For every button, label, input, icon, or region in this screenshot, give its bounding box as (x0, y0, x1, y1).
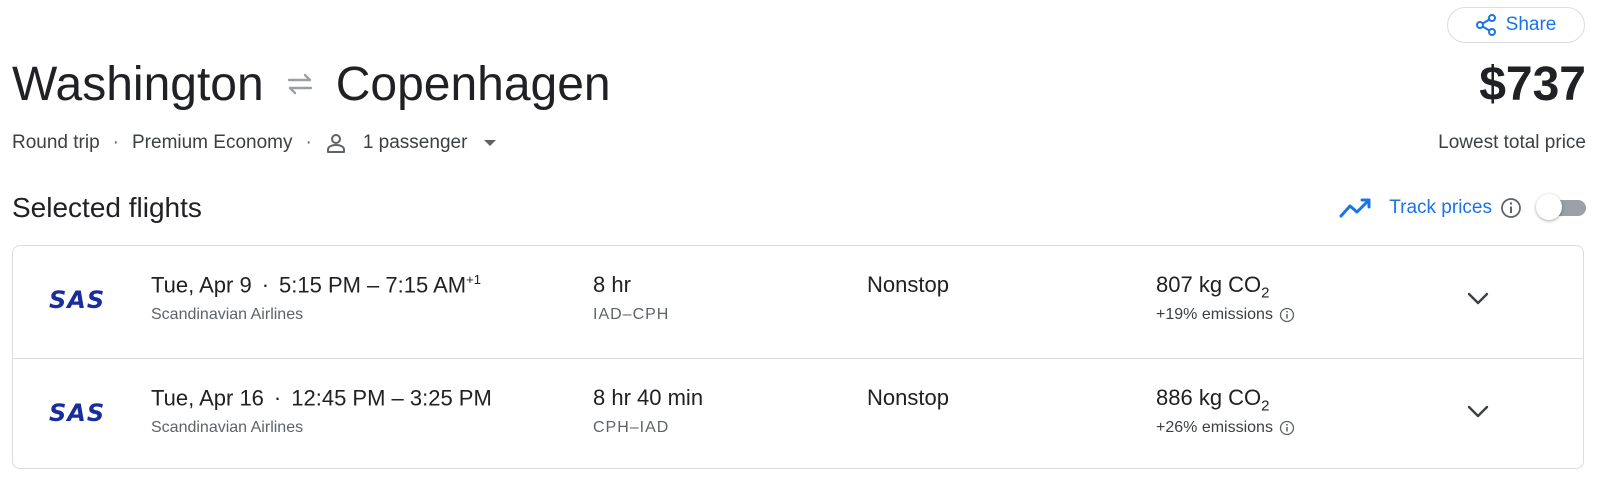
flight-route: CPH–IAD (593, 419, 670, 436)
info-icon[interactable] (1279, 420, 1295, 436)
lowest-price: $737 (1479, 57, 1586, 111)
flight-times: Tue, Apr 16 · 12:45 PM – 3:25 PM (151, 385, 492, 411)
separator: · (112, 132, 119, 153)
track-prices-toggle[interactable] (1536, 194, 1586, 220)
separator: · (273, 385, 282, 411)
day-offset: +1 (466, 272, 481, 287)
route-title: Washington Copenhagen (12, 52, 611, 116)
sas-logo: SAS (49, 286, 106, 314)
co2-value: 807 kg CO (1156, 272, 1262, 297)
track-prices: Track prices (1339, 190, 1586, 226)
share-button[interactable]: Share (1447, 7, 1585, 43)
track-prices-label[interactable]: Track prices (1389, 197, 1492, 219)
chevron-down-icon[interactable] (1465, 399, 1491, 425)
caret-down-icon (483, 139, 497, 147)
co2-emissions: 807 kg CO2 (1156, 272, 1270, 301)
co2-subscript: 2 (1261, 397, 1270, 415)
flight-duration: 8 hr 40 min (593, 385, 704, 410)
emissions-comparison: +19% emissions (1156, 306, 1295, 324)
trending-up-icon (1339, 197, 1373, 219)
share-label: Share (1505, 14, 1557, 35)
co2-subscript: 2 (1261, 284, 1270, 302)
info-icon[interactable] (1500, 197, 1522, 219)
chevron-down-icon[interactable] (1465, 286, 1491, 312)
trip-summary: Round trip · Premium Economy · 1 passeng… (12, 128, 497, 158)
passenger-selector[interactable]: 1 passenger (325, 132, 498, 154)
trip-type: Round trip (12, 132, 100, 153)
separator: · (261, 272, 270, 298)
separator: · (305, 132, 312, 153)
flight-route: IAD–CPH (593, 306, 670, 323)
toggle-knob (1536, 194, 1562, 220)
flight-stops: Nonstop (867, 272, 949, 297)
flight-date: Tue, Apr 9 (151, 272, 252, 298)
flight-row-return[interactable]: SAS Tue, Apr 16 · 12:45 PM – 3:25 PM Scand… (13, 358, 1583, 468)
passenger-count: 1 passenger (362, 132, 468, 153)
share-icon (1475, 14, 1496, 36)
person-icon (325, 132, 347, 154)
airline-name: Scandinavian Airlines (151, 419, 304, 436)
price-caption: Lowest total price (1438, 132, 1586, 153)
sas-logo: SAS (49, 399, 106, 427)
cabin-class: Premium Economy (132, 132, 293, 153)
flight-date: Tue, Apr 16 (151, 385, 264, 411)
selected-flights-heading: Selected flights (12, 192, 202, 223)
flight-stops: Nonstop (867, 385, 949, 410)
co2-emissions: 886 kg CO2 (1156, 385, 1270, 414)
emissions-label: +26% emissions (1156, 419, 1273, 436)
flight-row-outbound[interactable]: SAS Tue, Apr 9 · 5:15 PM – 7:15 AM+1 Scand… (13, 246, 1583, 358)
selected-flights-card: SAS Tue, Apr 9 · 5:15 PM – 7:15 AM+1 Scand… (12, 245, 1584, 469)
destination-city: Copenhagen (335, 57, 611, 111)
swap-arrows-icon (284, 72, 316, 96)
info-icon[interactable] (1279, 307, 1295, 323)
time-range: 12:45 PM – 3:25 PM (291, 385, 492, 411)
emissions-label: +19% emissions (1156, 306, 1273, 323)
flight-duration: 8 hr (593, 272, 631, 297)
flight-times: Tue, Apr 9 · 5:15 PM – 7:15 AM+1 (151, 272, 481, 298)
time-range: 5:15 PM – 7:15 AM (279, 272, 467, 298)
airline-name: Scandinavian Airlines (151, 306, 304, 323)
origin-city: Washington (12, 57, 264, 111)
emissions-comparison: +26% emissions (1156, 419, 1295, 437)
co2-value: 886 kg CO (1156, 385, 1262, 410)
